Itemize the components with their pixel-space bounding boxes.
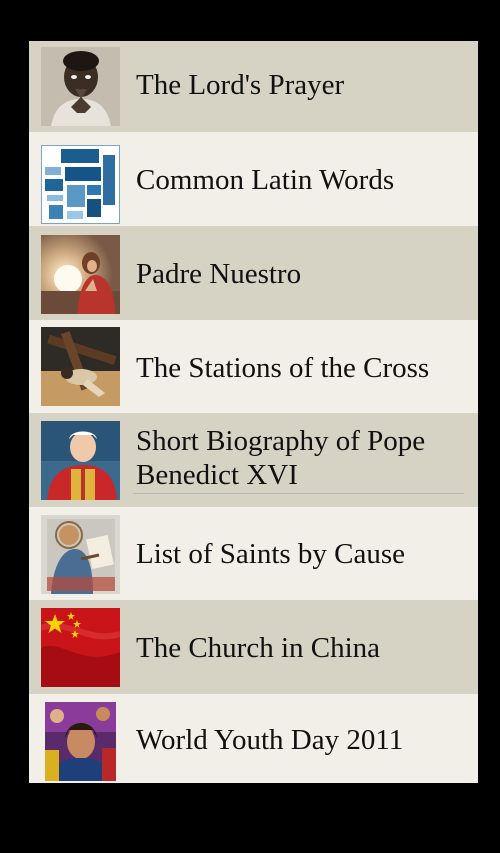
item-label: The Church in China	[136, 632, 381, 664]
china-flag-thumbnail	[41, 608, 120, 687]
youth-crowd-thumbnail	[45, 702, 116, 781]
item-label: Padre Nuestro	[136, 258, 302, 290]
carrying-cross-thumbnail	[41, 327, 120, 406]
list-item-saints-by-cause[interactable]: List of Saints by Cause	[29, 507, 478, 600]
list-item-church-in-china[interactable]: The Church in China	[29, 600, 478, 694]
item-label: The Lord's Prayer	[136, 69, 345, 101]
list-item-padre-nuestro[interactable]: Padre Nuestro	[29, 226, 478, 320]
list-item-world-youth-day[interactable]: World Youth Day 2011	[29, 694, 478, 783]
item-label: The Stations of the Cross	[136, 352, 430, 384]
jesus-praying-thumbnail	[41, 235, 120, 314]
item-label: World Youth Day 2011	[136, 724, 404, 756]
item-label: Short Biography of Pope Benedict XVI	[136, 425, 426, 491]
list-item-latin-words[interactable]: Common Latin Words	[29, 132, 478, 226]
praying-child-thumbnail	[41, 47, 120, 126]
row-divider	[133, 493, 464, 494]
list-item-lords-prayer[interactable]: The Lord's Prayer	[29, 41, 478, 132]
menu-list: The Lord's Prayer Common Latin Words Pad…	[29, 41, 478, 783]
item-label: List of Saints by Cause	[136, 538, 406, 570]
pope-portrait-thumbnail	[41, 421, 120, 500]
saint-painting-thumbnail	[41, 515, 120, 594]
list-item-stations-of-the-cross[interactable]: The Stations of the Cross	[29, 320, 478, 413]
item-label: Common Latin Words	[136, 164, 395, 196]
word-cloud-thumbnail	[41, 145, 120, 224]
list-item-pope-benedict-biography[interactable]: Short Biography of Pope Benedict XVI	[29, 413, 478, 507]
